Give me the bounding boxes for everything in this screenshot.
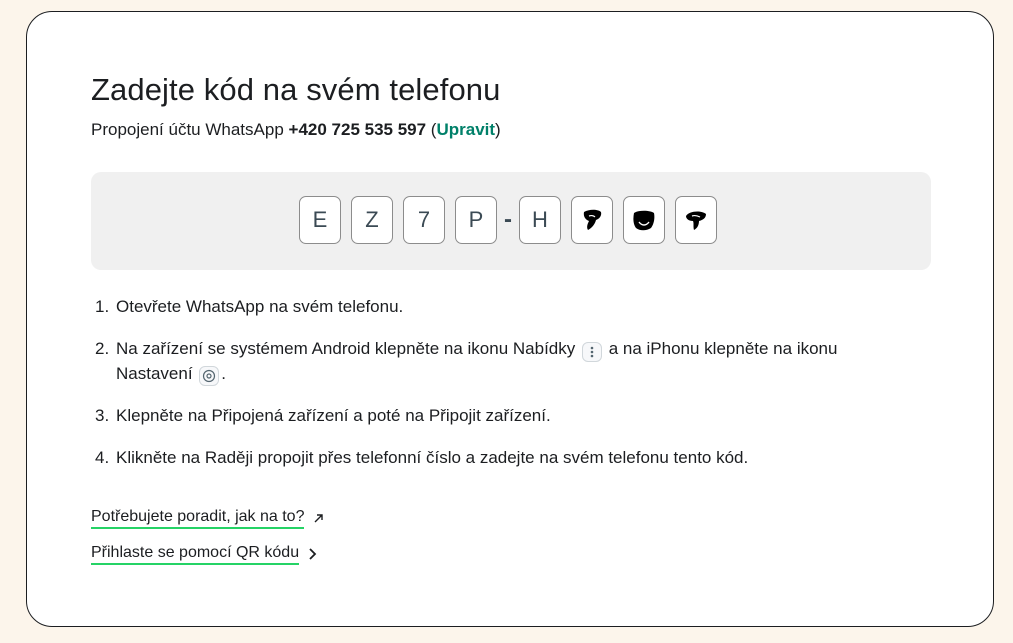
login-card: Zadejte kód na svém telefonu Propojení ú… [26, 11, 994, 627]
code-separator: - [504, 206, 512, 233]
external-arrow-icon [313, 511, 324, 527]
settings-gear-icon [199, 366, 220, 386]
open-paren: ( [426, 120, 437, 139]
redaction-scribble-icon [686, 211, 706, 230]
step-text: Na zařízení se systémem Android klepněte… [116, 339, 576, 358]
help-link-label[interactable]: Potřebujete poradit, jak na to? [91, 508, 305, 529]
instructions-list: 1. Otevřete WhatsApp na svém telefonu. 2… [91, 295, 891, 488]
instruction-step: 1. Otevřete WhatsApp na svém telefonu. [91, 295, 891, 319]
link-code: E Z 7 P - H [299, 196, 717, 244]
page-title: Zadejte kód na svém telefonu [91, 72, 501, 107]
code-char-7-redacted [623, 196, 665, 244]
code-char-8-redacted [675, 196, 717, 244]
instruction-step: 2. Na zařízení se systémem Android klepn… [91, 337, 891, 386]
code-char-4: P [455, 196, 497, 244]
step-number: 4. [95, 448, 110, 467]
redaction-scribble-icon [633, 210, 655, 231]
footer-links: Potřebujete poradit, jak na to? Přihlast… [91, 508, 324, 580]
menu-dots-icon [581, 342, 602, 362]
close-paren: ) [495, 120, 501, 139]
step-number: 2. [95, 339, 110, 358]
step-number: 3. [95, 406, 110, 425]
account-subtitle: Propojení účtu WhatsApp +420 725 535 597… [91, 120, 501, 140]
code-char-6-redacted [571, 196, 613, 244]
step-number: 1. [95, 297, 110, 316]
step-text: Otevřete WhatsApp na svém telefonu. [116, 297, 404, 316]
step-text: Klikněte na Raději propojit přes telefon… [116, 448, 749, 467]
qr-login-label[interactable]: Přihlaste se pomocí QR kódu [91, 544, 300, 565]
code-panel: E Z 7 P - H [91, 172, 931, 270]
chevron-right-icon [308, 547, 317, 563]
edit-phone-link[interactable]: Upravit [436, 120, 495, 139]
qr-login-link[interactable]: Přihlaste se pomocí QR kódu [91, 544, 324, 565]
step-text: Klepněte na Připojená zařízení a poté na… [116, 406, 551, 425]
instruction-step: 4. Klikněte na Raději propojit přes tele… [91, 446, 891, 470]
phone-number: +420 725 535 597 [288, 120, 427, 139]
subtitle-prefix: Propojení účtu WhatsApp [91, 120, 289, 139]
code-char-3: 7 [403, 196, 445, 244]
redaction-scribble-icon [583, 209, 602, 230]
step-text-end: . [221, 364, 227, 383]
code-char-1: E [299, 196, 341, 244]
instruction-step: 3. Klepněte na Připojená zařízení a poté… [91, 404, 891, 428]
code-char-2: Z [351, 196, 393, 244]
code-char-5: H [519, 196, 561, 244]
help-link[interactable]: Potřebujete poradit, jak na to? [91, 508, 324, 529]
